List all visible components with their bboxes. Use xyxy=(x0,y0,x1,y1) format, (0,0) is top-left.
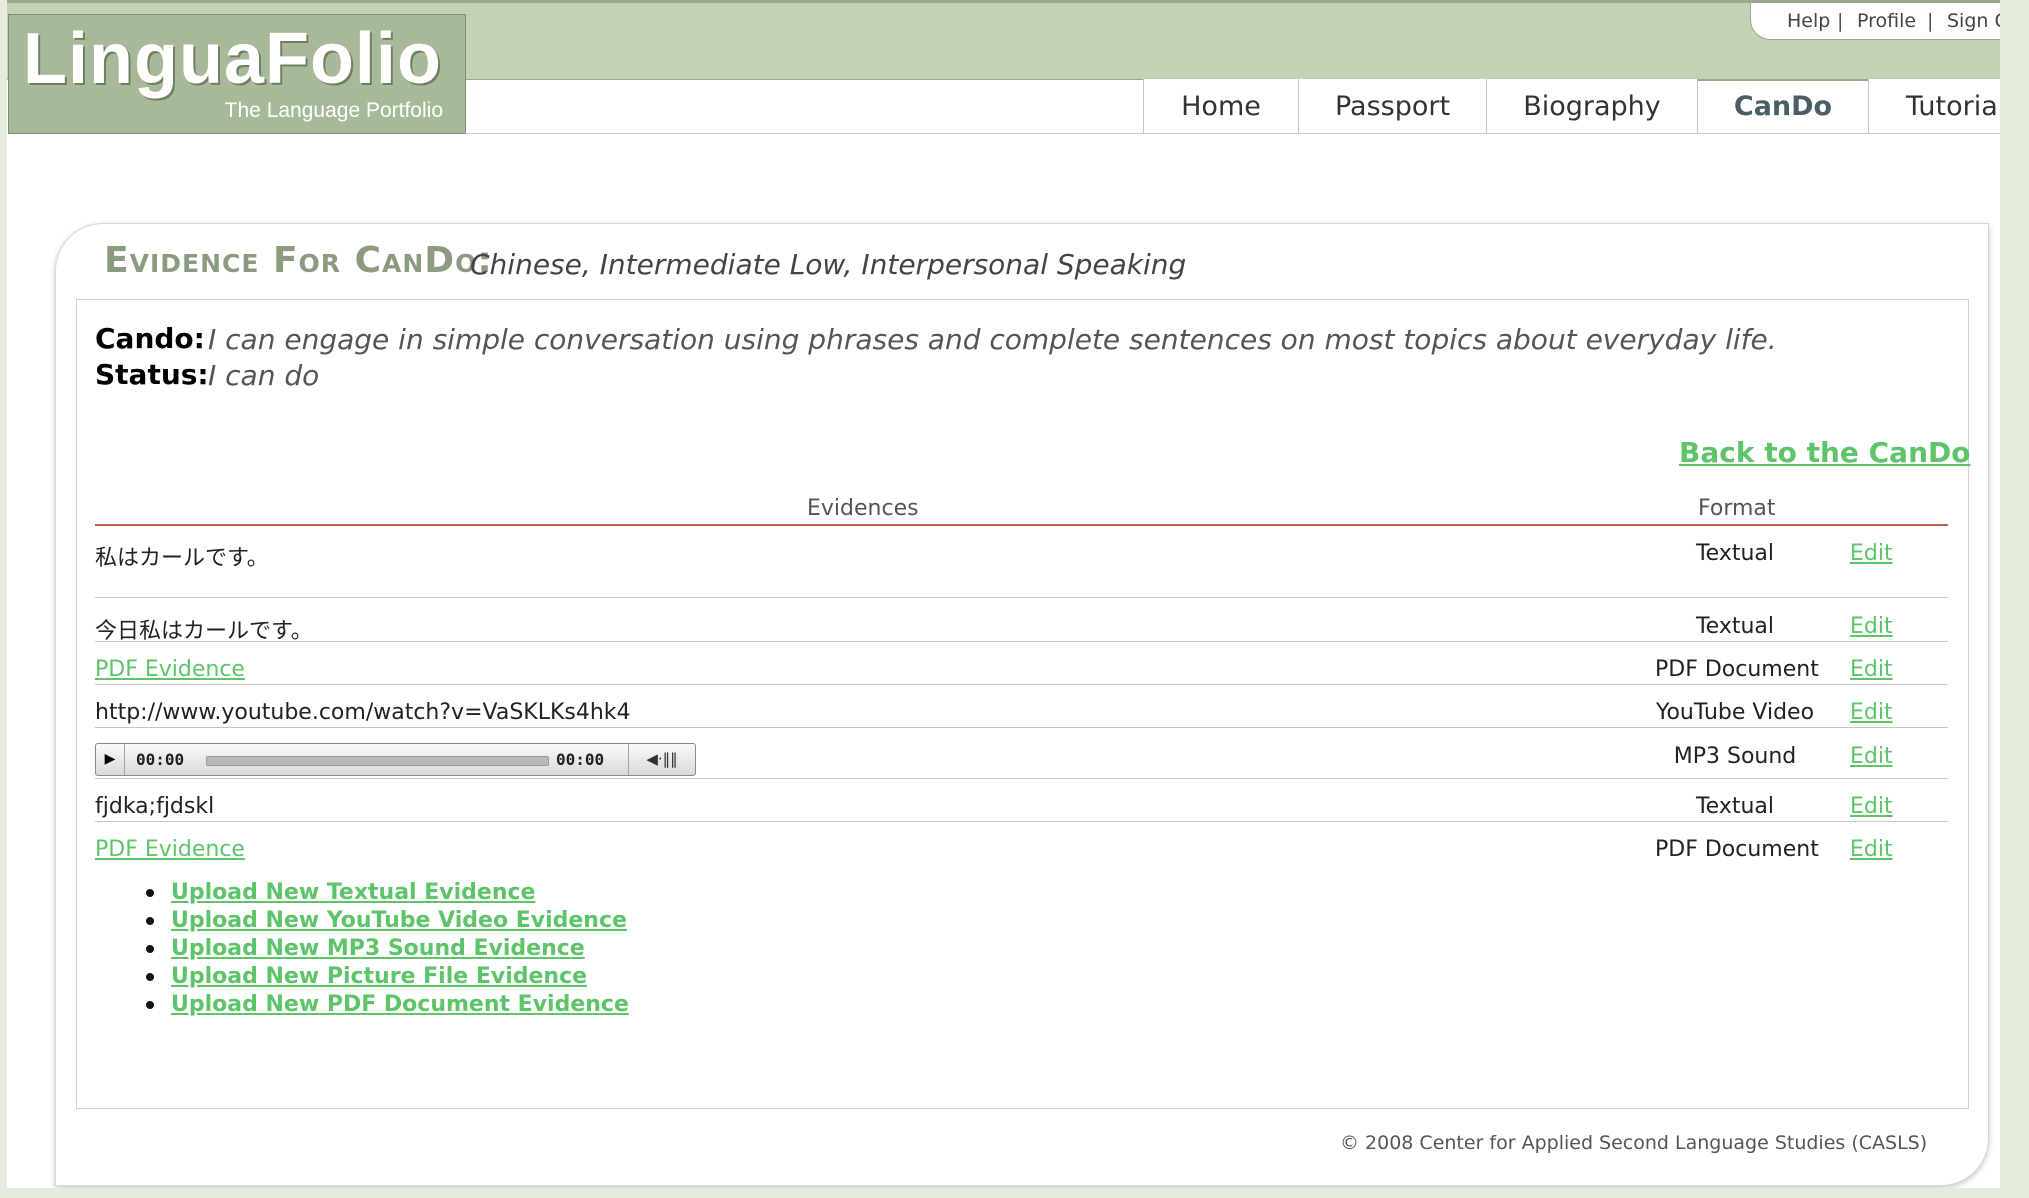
edit-link[interactable]: Edit xyxy=(1850,700,1893,725)
separator: | xyxy=(1927,10,1934,32)
edit-link[interactable]: Edit xyxy=(1850,794,1893,819)
logo[interactable]: LinguaFolio The Language Portfolio xyxy=(8,14,466,134)
status-label: Status: xyxy=(95,358,209,391)
edit-link[interactable]: Edit xyxy=(1850,541,1893,566)
profile-link[interactable]: Profile xyxy=(1857,10,1916,32)
upload-mp3-evidence-link[interactable]: Upload New MP3 Sound Evidence xyxy=(171,936,585,961)
upload-pdf-evidence-link[interactable]: Upload New PDF Document Evidence xyxy=(171,992,629,1017)
row-divider xyxy=(95,684,1948,685)
edit-link[interactable]: Edit xyxy=(1850,837,1893,862)
window-edge xyxy=(0,0,7,1198)
tab-biography[interactable]: Biography xyxy=(1486,79,1697,134)
tab-tutorial[interactable]: Tutorial xyxy=(1868,79,2000,134)
row-divider xyxy=(95,597,1948,598)
status-value: I can do xyxy=(208,359,320,392)
evidence-format: Textual xyxy=(1695,794,1775,819)
page: LinguaFolio The Language Portfolio Help … xyxy=(0,0,2000,1198)
evidence-text: 私はカールです。 xyxy=(95,546,269,571)
tab-cando[interactable]: CanDo xyxy=(1697,79,1868,134)
logo-subtitle: The Language Portfolio xyxy=(224,99,443,122)
play-icon[interactable]: ▶ xyxy=(96,744,125,775)
row-divider xyxy=(95,641,1948,642)
cando-statement: I can engage in simple conversation usin… xyxy=(208,323,1777,356)
help-link[interactable]: Help xyxy=(1787,10,1830,32)
tabs-baseline xyxy=(466,133,2000,134)
cando-label: Cando: xyxy=(95,322,205,355)
volume-icon[interactable]: ◀·‖‖ xyxy=(628,744,695,775)
bullet-icon xyxy=(146,945,154,953)
evidence-format: MP3 Sound xyxy=(1673,744,1797,769)
back-to-cando-link[interactable]: Back to the CanDo xyxy=(1679,436,1970,469)
panel-subtitle: Chinese, Intermediate Low, Interpersonal… xyxy=(470,248,1187,281)
progress-track[interactable] xyxy=(206,756,549,766)
evidence-format: PDF Document xyxy=(1655,657,1819,682)
row-divider xyxy=(95,727,1948,728)
evidences-column-header: Evidences xyxy=(807,496,919,521)
youtube-url-text: http://www.youtube.com/watch?v=VaSKLKs4h… xyxy=(95,700,631,725)
panel-title: Evidence For CanDo: xyxy=(104,240,493,281)
edit-link[interactable]: Edit xyxy=(1850,744,1893,769)
window-edge xyxy=(0,1188,2029,1198)
tab-passport[interactable]: Passport xyxy=(1298,79,1486,134)
evidence-text: fjdka;fjdskl xyxy=(95,794,215,819)
evidence-format: Textual xyxy=(1695,614,1775,639)
upload-picture-evidence-link[interactable]: Upload New Picture File Evidence xyxy=(171,964,587,989)
tab-home[interactable]: Home xyxy=(1143,79,1298,134)
elapsed-time: 00:00 xyxy=(136,750,185,769)
edit-link[interactable]: Edit xyxy=(1850,614,1893,639)
pdf-evidence-link[interactable]: PDF Evidence xyxy=(95,837,245,862)
row-divider xyxy=(95,821,1948,822)
evidence-format: PDF Document xyxy=(1655,837,1819,862)
utility-nav: Help | Profile | Sign Out xyxy=(1750,3,2000,40)
sign-out-link[interactable]: Sign Out xyxy=(1947,10,2000,32)
table-header-rule xyxy=(95,524,1948,526)
bullet-icon xyxy=(146,973,154,981)
bullet-icon xyxy=(146,917,154,925)
pdf-evidence-link[interactable]: PDF Evidence xyxy=(95,657,245,682)
format-column-header: Format xyxy=(1698,496,1776,521)
row-divider xyxy=(95,778,1948,779)
upload-textual-evidence-link[interactable]: Upload New Textual Evidence xyxy=(171,880,535,905)
separator: | xyxy=(1837,10,1844,32)
evidence-format: Textual xyxy=(1695,541,1775,566)
bullet-icon xyxy=(146,1001,154,1009)
bullet-icon xyxy=(146,889,154,897)
edit-link[interactable]: Edit xyxy=(1850,657,1893,682)
evidence-format: YouTube Video xyxy=(1655,700,1815,725)
mp3-audio-player: ▶ 00:00 00:00 ◀·‖‖ xyxy=(95,743,696,776)
window-edge xyxy=(2000,0,2029,1198)
footer-copyright: © 2008 Center for Applied Second Languag… xyxy=(1340,1132,1928,1154)
duration-time: 00:00 xyxy=(556,750,605,769)
logo-title: LinguaFolio xyxy=(23,19,442,99)
upload-youtube-evidence-link[interactable]: Upload New YouTube Video Evidence xyxy=(171,908,627,933)
